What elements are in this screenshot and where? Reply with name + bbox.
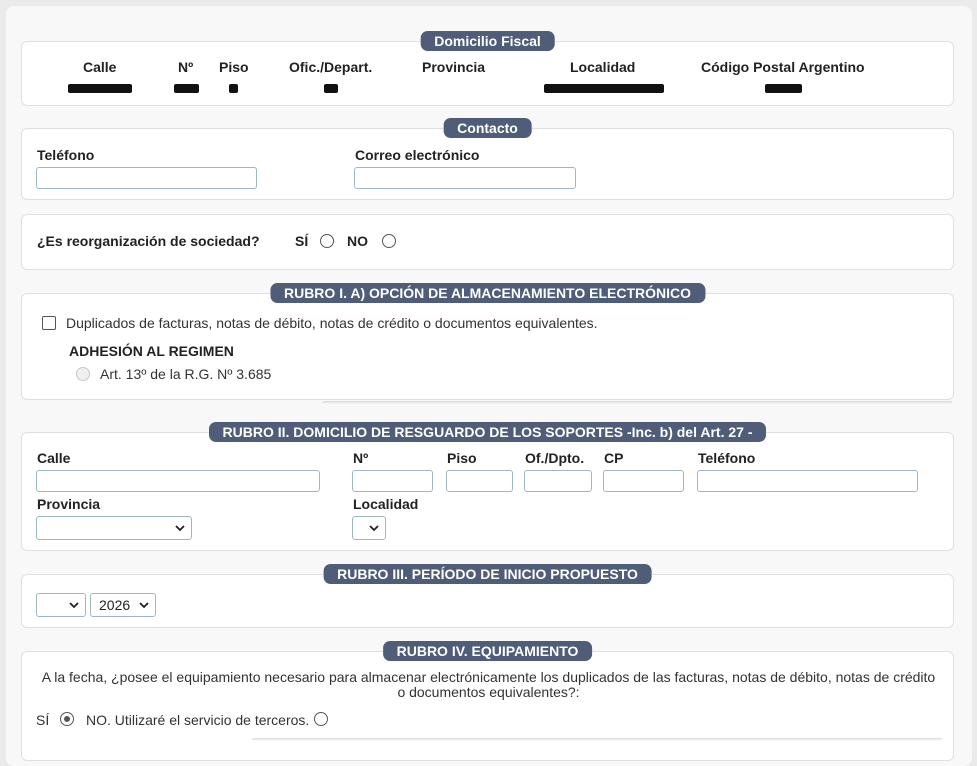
chevron-down-icon: [369, 525, 379, 532]
rubro1-section: RUBRO I. A) OPCIÓN DE ALMACENAMIENTO ELE…: [21, 283, 954, 404]
reorganizacion-no-label: NO: [347, 233, 368, 249]
equipamiento-si-radio[interactable]: [60, 712, 74, 726]
rubro1-legend: RUBRO I. A) OPCIÓN DE ALMACENAMIENTO ELE…: [269, 283, 706, 303]
rubro3-section: RUBRO III. PERÍODO DE INICIO PROPUESTO 2…: [21, 564, 954, 628]
oficina-redacted-value: [324, 84, 338, 93]
provincia-column-header: Provincia: [422, 59, 486, 75]
adhesion-option-radio[interactable]: [76, 367, 90, 381]
rubro2-calle-input[interactable]: [36, 470, 320, 492]
year-value: 2026: [99, 597, 131, 613]
adhesion-option-label: Art. 13º de la R.G. Nº 3.685: [100, 366, 272, 382]
codigo-postal-column-header: Código Postal Argentino: [701, 59, 865, 75]
adhesion-title: ADHESIÓN AL REGIMEN: [69, 343, 234, 359]
rubro2-provincia-label: Provincia: [37, 496, 101, 512]
rubro2-ofdpto-input[interactable]: [524, 470, 592, 492]
chevron-down-icon: [139, 602, 149, 609]
year-select[interactable]: 2026: [90, 593, 156, 617]
localidad-redacted-value: [544, 84, 664, 93]
rubro2-localidad-label: Localidad: [353, 496, 419, 512]
domicilio-fiscal-section: Domicilio Fiscal Calle Nº Piso Ofic./Dep…: [21, 31, 954, 106]
rubro4-legend: RUBRO IV. EQUIPAMIENTO: [382, 641, 593, 661]
contacto-legend: Contacto: [443, 118, 532, 138]
equipamiento-no-radio[interactable]: [314, 712, 328, 726]
duplicados-checkbox[interactable]: [42, 316, 56, 330]
telefono-input[interactable]: [36, 167, 257, 189]
reorganizacion-question: ¿Es reorganización de sociedad?: [37, 233, 260, 249]
section-divider: [252, 738, 942, 741]
codigo-postal-redacted-value: [765, 84, 802, 93]
rubro3-legend: RUBRO III. PERÍODO DE INICIO PROPUESTO: [323, 564, 652, 584]
month-select[interactable]: [36, 593, 86, 617]
rubro2-cp-label: CP: [604, 450, 624, 466]
section-divider: [322, 401, 952, 404]
calle-redacted-value: [68, 84, 132, 93]
reorganizacion-section: ¿Es reorganización de sociedad? SÍ NO: [21, 214, 954, 270]
equipamiento-si-label: SÍ: [36, 712, 50, 728]
localidad-column-header: Localidad: [570, 59, 636, 75]
rubro2-numero-label: Nº: [353, 450, 369, 466]
rubro2-legend: RUBRO II. DOMICILIO DE RESGUARDO DE LOS …: [208, 422, 767, 442]
rubro2-provincia-select[interactable]: [36, 516, 192, 540]
equipamiento-question: A la fecha, ¿posee el equipamiento neces…: [41, 669, 936, 700]
chevron-down-icon: [175, 525, 185, 532]
chevron-down-icon: [69, 602, 79, 609]
calle-column-header: Calle: [83, 59, 117, 75]
form-page: Domicilio Fiscal Calle Nº Piso Ofic./Dep…: [6, 6, 972, 766]
rubro2-calle-label: Calle: [37, 450, 71, 466]
reorganizacion-si-radio[interactable]: [320, 234, 334, 248]
rubro2-piso-label: Piso: [447, 450, 477, 466]
domicilio-fiscal-legend: Domicilio Fiscal: [420, 31, 555, 51]
rubro2-telefono-label: Teléfono: [698, 450, 756, 466]
rubro4-section: RUBRO IV. EQUIPAMIENTO A la fecha, ¿pose…: [21, 641, 954, 761]
piso-column-header: Piso: [219, 59, 249, 75]
rubro2-numero-input[interactable]: [352, 470, 433, 492]
correo-label: Correo electrónico: [355, 147, 480, 163]
numero-column-header: Nº: [178, 59, 194, 75]
rubro2-telefono-input[interactable]: [697, 470, 918, 492]
contacto-section: Contacto Teléfono Correo electrónico: [21, 118, 954, 200]
telefono-label: Teléfono: [37, 147, 95, 163]
duplicados-label: Duplicados de facturas, notas de débito,…: [66, 315, 598, 331]
correo-input[interactable]: [354, 167, 576, 189]
rubro2-section: RUBRO II. DOMICILIO DE RESGUARDO DE LOS …: [21, 422, 954, 551]
piso-redacted-value: [229, 84, 238, 93]
reorganizacion-no-radio[interactable]: [382, 234, 396, 248]
rubro2-localidad-select[interactable]: [352, 516, 386, 540]
rubro2-piso-input[interactable]: [446, 470, 513, 492]
reorganizacion-si-label: SÍ: [295, 233, 309, 249]
oficina-column-header: Ofic./Depart.: [289, 59, 373, 75]
numero-redacted-value: [174, 84, 199, 93]
rubro2-cp-input[interactable]: [603, 470, 684, 492]
rubro2-ofdpto-label: Of./Dpto.: [525, 450, 585, 466]
equipamiento-no-label: NO. Utilizaré el servicio de terceros.: [86, 712, 310, 728]
